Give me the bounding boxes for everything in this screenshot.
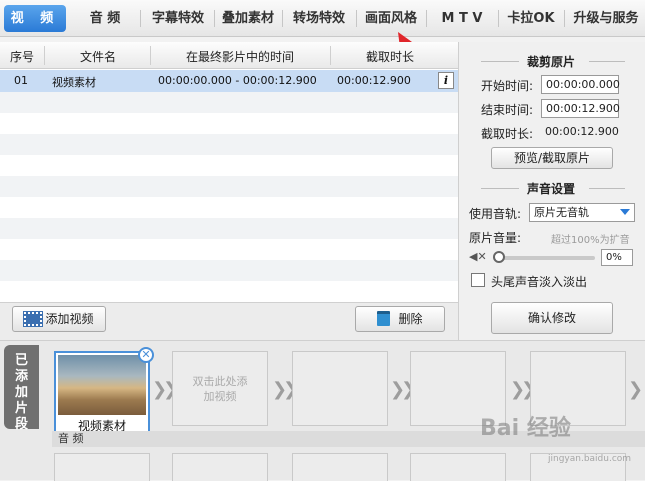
tab-divider: [282, 10, 283, 27]
add-video-label: 添加视频: [45, 312, 94, 326]
row-final-time: 00:00:00.000 - 00:00:12.900: [158, 74, 317, 87]
audio-slot[interactable]: [292, 453, 388, 481]
col-header-final-time: 在最终影片中的时间: [186, 50, 295, 64]
tab-mtv[interactable]: M T V: [432, 5, 492, 32]
volume-hint: 超过100%为扩音: [551, 235, 630, 246]
clip-thumbnail[interactable]: 视频素材: [54, 351, 150, 437]
file-table: 序号 文件名 在最终影片中的时间 截取时长 01 视频素材 00:00:00.0…: [0, 42, 458, 302]
empty-row: [0, 218, 458, 239]
table-header: 序号 文件名 在最终影片中的时间 截取时长: [0, 42, 458, 69]
tab-divider: [356, 10, 357, 27]
tab-karaoke[interactable]: 卡拉OK: [502, 5, 560, 32]
audio-track-label: 使用音轨:: [469, 207, 522, 221]
volume-value-input[interactable]: 0%: [601, 249, 633, 266]
tab-upgrade-service[interactable]: 升级与服务: [568, 5, 644, 32]
chevron-right-icon: ❯❯: [272, 379, 298, 400]
top-tab-bar: 视 频 音 频 字幕特效 叠加素材 转场特效 画面风格 M T V 卡拉OK 升…: [0, 0, 645, 37]
chevron-right-icon: ❯❯: [510, 379, 536, 400]
start-time-input[interactable]: 00:00:00.000: [541, 75, 620, 94]
volume-label: 原片音量:: [469, 231, 522, 245]
section-divider: [481, 188, 519, 189]
chevron-down-icon: [620, 209, 630, 215]
chevron-right-icon: ❯❯: [152, 379, 178, 400]
delete-button[interactable]: 删除: [355, 306, 445, 332]
volume-slider-thumb[interactable]: [493, 251, 505, 263]
tab-audio[interactable]: 音 频: [74, 5, 136, 32]
tab-picture-style[interactable]: 画面风格: [360, 5, 422, 32]
col-header-index: 序号: [10, 50, 35, 64]
tab-transition-effects[interactable]: 转场特效: [286, 5, 352, 32]
baidu-watermark: Bai 经验: [480, 416, 571, 441]
row-index: 01: [14, 74, 28, 87]
col-header-filename: 文件名: [80, 50, 117, 64]
section-divider: [481, 61, 519, 62]
add-video-button[interactable]: 添加视频: [12, 306, 106, 332]
crop-section-title: 裁剪原片: [527, 55, 576, 69]
row-filename: 视频素材: [52, 76, 96, 89]
empty-clip-slot[interactable]: 双击此处添加视频: [172, 351, 268, 426]
clip-duration-label: 截取时长:: [481, 127, 534, 141]
empty-row: [0, 134, 458, 155]
row-duration: 00:00:12.900: [337, 74, 411, 87]
tab-divider: [214, 10, 215, 27]
end-time-label: 结束时间:: [481, 103, 534, 117]
section-divider: [589, 188, 625, 189]
baidu-watermark-url: jingyan.baidu.com: [548, 454, 632, 464]
close-icon[interactable]: ✕: [138, 347, 154, 363]
col-divider: [150, 46, 151, 65]
clip-preview-image: [58, 355, 146, 415]
col-divider: [330, 46, 331, 65]
audio-track-select[interactable]: 原片无音轨: [529, 203, 635, 222]
section-divider: [589, 61, 625, 62]
tab-subtitle-effects[interactable]: 字幕特效: [144, 5, 212, 32]
table-row[interactable]: 01 视频素材 00:00:00.000 - 00:00:12.900 00:0…: [0, 70, 458, 92]
empty-row: [0, 260, 458, 281]
info-icon[interactable]: i: [438, 72, 454, 89]
col-divider: [44, 46, 45, 65]
mute-speaker-icon: ◀✕: [469, 250, 487, 263]
trash-icon: [377, 311, 391, 326]
tab-divider: [426, 10, 427, 27]
audio-slot[interactable]: [172, 453, 268, 481]
fade-label: 头尾声音淡入淡出: [491, 275, 588, 289]
tab-video[interactable]: 视 频: [4, 5, 66, 32]
fade-checkbox[interactable]: [471, 273, 485, 287]
table-action-bar: 添加视频 删除: [0, 302, 458, 340]
confirm-edit-button[interactable]: 确认修改: [491, 302, 613, 334]
empty-slot-hint: 双击此处添加视频: [192, 375, 248, 403]
tab-divider: [498, 10, 499, 27]
add-video-icon: [23, 311, 44, 327]
tab-divider: [564, 10, 565, 27]
audio-slot[interactable]: [54, 453, 150, 481]
tab-divider: [140, 10, 141, 27]
end-time-input[interactable]: 00:00:12.900: [541, 99, 620, 118]
start-time-label: 开始时间:: [481, 79, 534, 93]
audio-slot[interactable]: [410, 453, 506, 481]
right-settings-panel: 裁剪原片 开始时间: 00:00:00.000 结束时间: 00:00:12.9…: [458, 42, 645, 340]
preview-crop-button[interactable]: 预览/截取原片: [491, 147, 613, 169]
clip-duration-value: 00:00:12.900: [545, 125, 619, 138]
added-clips-side-tab[interactable]: 已添加片段: [4, 345, 39, 432]
audio-section-title: 声音设置: [527, 182, 576, 196]
chevron-right-icon: ❯: [628, 379, 643, 400]
delete-label: 删除: [398, 312, 423, 326]
col-header-duration: 截取时长: [366, 50, 415, 64]
empty-row: [0, 176, 458, 197]
empty-row: [0, 92, 458, 113]
audio-track-value: 原片无音轨: [534, 206, 589, 219]
empty-clip-slot[interactable]: [292, 351, 388, 426]
chevron-right-icon: ❯❯: [390, 379, 416, 400]
tab-overlay-material[interactable]: 叠加素材: [216, 5, 280, 32]
volume-slider-track[interactable]: [493, 256, 595, 260]
